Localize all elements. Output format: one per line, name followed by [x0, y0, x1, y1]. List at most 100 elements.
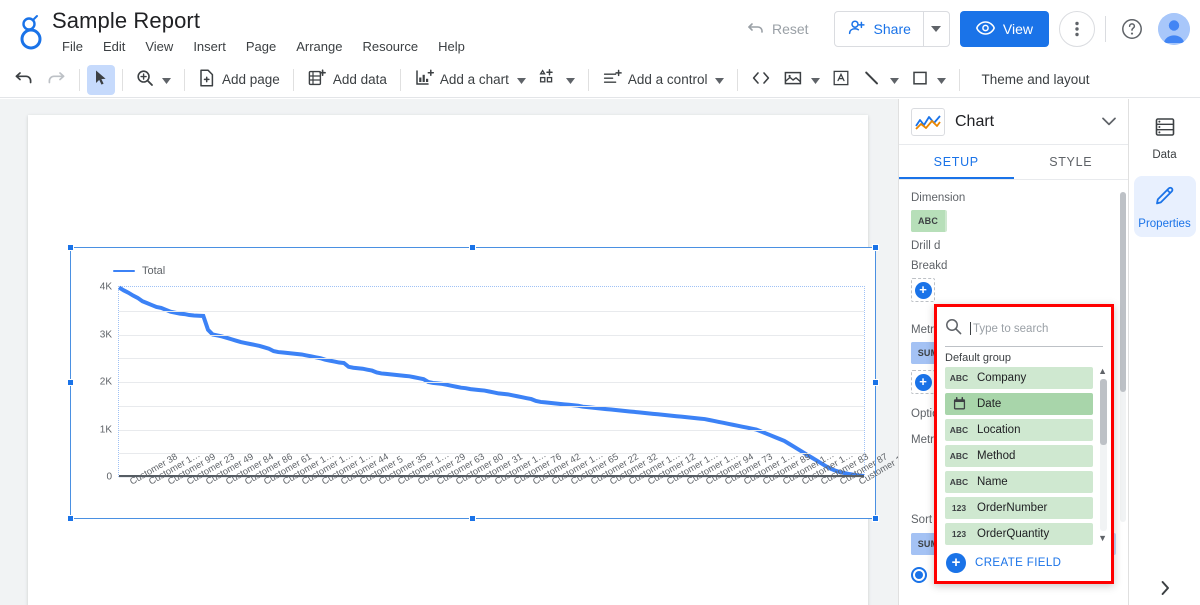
- chart-y-tick: 2K: [99, 376, 112, 388]
- field-item-name[interactable]: ABC Name: [945, 471, 1093, 493]
- properties-panel-body: Dimension ABC Drill d Breakd + Metric SU…: [899, 180, 1128, 605]
- cursor-arrow-icon: [93, 69, 109, 90]
- reset-button[interactable]: Reset: [731, 11, 824, 47]
- line-chart: Total 0 1K 2K 3K 4K Customer 38 Customer 1… Cu…: [71, 248, 898, 518]
- zoom-tool-button[interactable]: [130, 65, 177, 95]
- chart-plot-area: 0 1K 2K 3K 4K: [100, 282, 865, 483]
- image-dropdown-caret[interactable]: [811, 72, 821, 87]
- rail-item-data[interactable]: Data: [1134, 107, 1196, 168]
- user-avatar-icon[interactable]: [1158, 13, 1190, 45]
- plus-circle-icon: +: [946, 553, 966, 573]
- field-item-method[interactable]: ABC Method: [945, 445, 1093, 467]
- field-list[interactable]: ABC Company Date ABC Location ABC Method…: [937, 367, 1111, 545]
- plus-icon: +: [914, 281, 932, 299]
- field-list-scrollbar[interactable]: [1100, 379, 1107, 531]
- data-studio-logo-icon: [14, 12, 48, 52]
- top-bar: Sample Report File Edit View Insert Page…: [0, 0, 1200, 62]
- view-button[interactable]: View: [959, 11, 1049, 47]
- select-tool-button[interactable]: [87, 64, 115, 95]
- dimension-section-label: Dimension: [911, 192, 966, 204]
- field-type-tag-abc-4: ABC: [949, 477, 969, 487]
- line-dropdown-caret[interactable]: [890, 72, 900, 87]
- chevron-down-icon[interactable]: [1102, 113, 1116, 131]
- field-picker-dropdown[interactable]: Type to search Default group ABC Company: [934, 304, 1114, 584]
- text-box-icon: [832, 69, 850, 90]
- caret-down-icon[interactable]: ▼: [1098, 534, 1107, 543]
- create-field-button[interactable]: + CREATE FIELD: [937, 545, 1111, 581]
- toolbar-divider-3: [184, 68, 185, 91]
- drilldown-section-label: Drill d: [911, 240, 941, 252]
- menu-item-arrange[interactable]: Arrange: [286, 37, 352, 56]
- dimension-chip[interactable]: ABC: [911, 210, 947, 232]
- chart-gridline: [119, 358, 864, 360]
- radio-descending-icon[interactable]: [911, 567, 927, 583]
- undo-button[interactable]: [8, 65, 40, 95]
- properties-panel-scrollbar[interactable]: [1120, 192, 1126, 522]
- toolbar-divider-4: [292, 68, 294, 91]
- properties-panel-tabs: SETUP STYLE: [899, 145, 1128, 180]
- field-item-location[interactable]: ABC Location: [945, 419, 1093, 441]
- menu-item-insert[interactable]: Insert: [183, 37, 236, 56]
- add-chart-dropdown-caret[interactable]: [516, 72, 526, 87]
- field-type-tag-abc-2: ABC: [949, 425, 969, 435]
- insert-shape-button[interactable]: [905, 65, 952, 95]
- menu-item-help[interactable]: Help: [428, 37, 475, 56]
- redo-button[interactable]: [40, 65, 72, 95]
- menu-item-file[interactable]: File: [52, 37, 93, 56]
- image-icon: [783, 69, 803, 90]
- chevron-right-icon[interactable]: [1129, 579, 1200, 597]
- search-icon: [945, 318, 962, 340]
- add-data-button[interactable]: Add data: [301, 65, 393, 95]
- chart-object[interactable]: Total 0 1K 2K 3K 4K Customer 38 Customer 1… Cu…: [67, 244, 898, 522]
- theme-and-layout-button[interactable]: Theme and layout: [971, 65, 1099, 95]
- field-item-ordernumber[interactable]: 123 OrderNumber: [945, 497, 1093, 519]
- tab-style[interactable]: STYLE: [1014, 145, 1129, 179]
- chart-y-tick: 4K: [99, 281, 112, 293]
- insert-image-button[interactable]: [777, 65, 826, 95]
- kebab-menu-icon[interactable]: [1059, 11, 1095, 47]
- redo-icon: [46, 69, 66, 90]
- shape-dropdown-caret[interactable]: [937, 72, 947, 87]
- legend-label-total: Total: [142, 265, 166, 277]
- insert-text-button[interactable]: [826, 65, 856, 95]
- search-text-caret: [970, 322, 971, 335]
- menu-item-view[interactable]: View: [135, 37, 183, 56]
- share-button[interactable]: Share: [835, 12, 923, 46]
- field-search-input[interactable]: Type to search: [973, 323, 1048, 335]
- add-metric-button[interactable]: +: [911, 370, 935, 394]
- chart-gridline: [119, 382, 864, 383]
- pencil-icon: [1153, 184, 1177, 213]
- insert-line-button[interactable]: [856, 65, 905, 95]
- field-search-row[interactable]: Type to search: [945, 311, 1103, 347]
- add-chart-button[interactable]: Add a chart: [408, 65, 532, 95]
- tab-setup[interactable]: SETUP: [899, 145, 1014, 179]
- field-item-orderquantity[interactable]: 123 OrderQuantity: [945, 523, 1093, 545]
- add-page-button[interactable]: Add page: [192, 65, 286, 95]
- add-control-dropdown-caret[interactable]: [715, 72, 725, 87]
- field-item-date[interactable]: Date: [945, 393, 1093, 415]
- page-title[interactable]: Sample Report: [52, 8, 200, 34]
- embed-code-button[interactable]: [745, 65, 777, 95]
- rail-item-properties[interactable]: Properties: [1133, 176, 1196, 237]
- theme-and-layout-label: Theme and layout: [981, 72, 1090, 87]
- menu-item-edit[interactable]: Edit: [93, 37, 135, 56]
- menu-item-resource[interactable]: Resource: [352, 37, 428, 56]
- add-breakdown-button[interactable]: +: [911, 278, 935, 302]
- magnifier-plus-icon: [136, 69, 154, 90]
- caret-up-icon[interactable]: ▲: [1098, 367, 1107, 376]
- zoom-dropdown-caret[interactable]: [162, 72, 171, 87]
- community-dropdown-caret[interactable]: [565, 72, 575, 87]
- report-page[interactable]: Total 0 1K 2K 3K 4K Customer 38 Customer 1… Cu…: [28, 115, 898, 605]
- community-visualization-button[interactable]: [532, 65, 581, 95]
- add-control-button[interactable]: Add a control: [596, 65, 731, 95]
- field-type-tag-abc-3: ABC: [949, 451, 969, 461]
- add-data-label: Add data: [332, 72, 387, 87]
- field-item-company[interactable]: ABC Company: [945, 367, 1093, 389]
- share-button-group: Share: [833, 11, 950, 47]
- report-canvas-area[interactable]: Total 0 1K 2K 3K 4K Customer 38 Customer 1… Cu…: [0, 99, 898, 605]
- add-chart-label: Add a chart: [439, 72, 509, 87]
- menu-item-page[interactable]: Page: [236, 37, 286, 56]
- help-circle-icon[interactable]: [1116, 13, 1148, 45]
- top-actions: Reset Share View: [731, 11, 1190, 47]
- share-dropdown-caret[interactable]: [922, 12, 949, 46]
